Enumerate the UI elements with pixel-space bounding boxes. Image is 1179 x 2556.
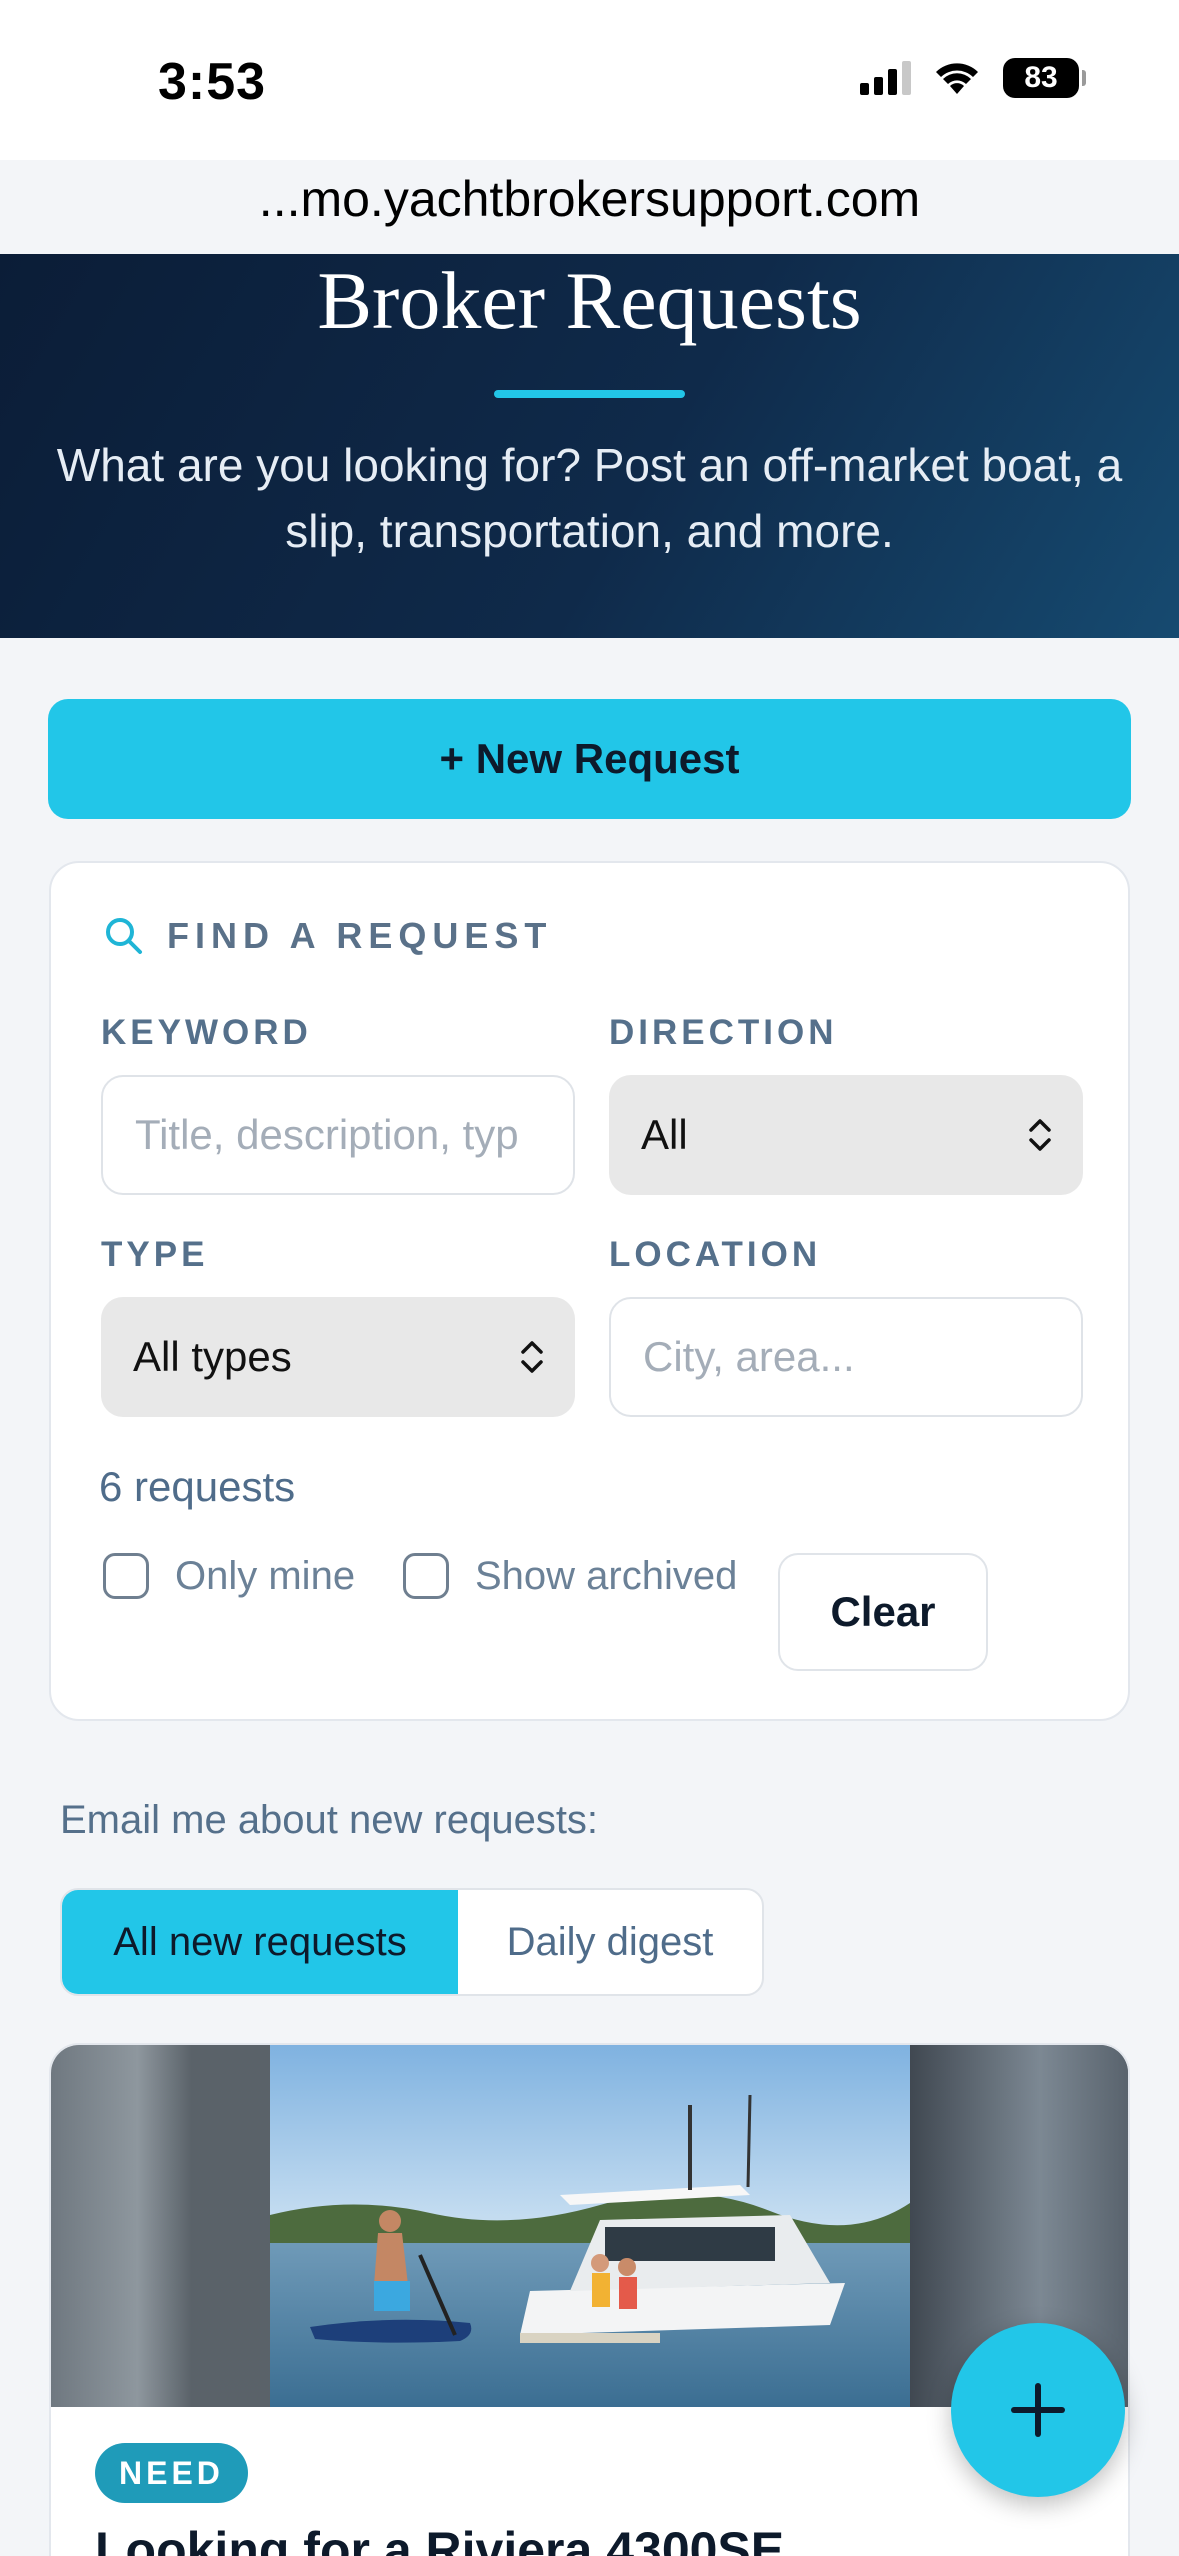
clear-button[interactable]: Clear	[778, 1553, 988, 1671]
battery-icon: 83	[1003, 58, 1086, 98]
cellular-signal-icon	[860, 61, 911, 95]
location-placeholder: City, area...	[643, 1333, 855, 1380]
type-select[interactable]: All types	[101, 1297, 575, 1417]
email-prefs-label: Email me about new requests:	[60, 1798, 599, 1842]
all-new-requests-option[interactable]: All new requests	[62, 1890, 458, 1994]
page-subtitle: What are you looking for? Post an off-ma…	[56, 439, 1123, 557]
find-request-heading: FIND A REQUEST	[103, 915, 552, 957]
filter-card: FIND A REQUEST KEYWORD Title, descriptio…	[49, 861, 1130, 1721]
show-archived-checkbox[interactable]	[403, 1553, 449, 1599]
search-icon	[106, 918, 142, 954]
keyword-placeholder: Title, description, typ	[135, 1111, 519, 1158]
direction-badge: NEED	[95, 2443, 248, 2503]
show-archived-label[interactable]: Show archived	[475, 1554, 737, 1599]
type-label: TYPE	[101, 1235, 209, 1274]
chevron-up-down-icon	[521, 1341, 543, 1373]
direction-label: DIRECTION	[609, 1013, 838, 1052]
title-underline	[494, 390, 685, 398]
wifi-icon	[936, 63, 978, 94]
url-bar[interactable]: ...mo.yachtbrokersupport.com	[0, 170, 1179, 228]
daily-digest-option[interactable]: Daily digest	[458, 1890, 762, 1994]
keyword-label: KEYWORD	[101, 1013, 312, 1052]
chevron-up-down-icon	[1029, 1119, 1051, 1151]
direction-select[interactable]: All	[609, 1075, 1083, 1195]
keyword-input[interactable]: Title, description, typ	[101, 1075, 575, 1195]
request-title[interactable]: Looking for a Riviera 4300SE	[95, 2521, 784, 2556]
only-mine-toggle[interactable]: Only mine	[103, 1553, 355, 1599]
type-value: All types	[133, 1333, 292, 1380]
location-label: LOCATION	[609, 1235, 822, 1274]
status-time: 3:53	[158, 53, 267, 111]
request-count: 6 requests	[99, 1463, 296, 1510]
hero-banner: Broker Requests What are you looking for…	[0, 254, 1179, 638]
listing-photo	[270, 2045, 910, 2407]
only-mine-label[interactable]: Only mine	[175, 1554, 355, 1599]
find-request-label: FIND A REQUEST	[167, 915, 553, 956]
request-card[interactable]: NEED Looking for a Riviera 4300SE	[49, 2043, 1130, 2556]
show-archived-toggle[interactable]: Show archived	[403, 1553, 737, 1599]
page-title: Broker Requests	[317, 255, 862, 346]
only-mine-checkbox[interactable]	[103, 1553, 149, 1599]
direction-value: All	[641, 1111, 688, 1158]
location-input[interactable]: City, area...	[609, 1297, 1083, 1417]
plus-icon	[1011, 2383, 1065, 2437]
status-bar: 3:53 83	[0, 0, 1179, 160]
status-icons: 83	[860, 58, 1086, 98]
add-request-fab[interactable]	[951, 2323, 1125, 2497]
email-frequency-toggle: All new requests Daily digest	[60, 1888, 764, 1996]
new-request-button[interactable]: + New Request	[48, 699, 1131, 819]
